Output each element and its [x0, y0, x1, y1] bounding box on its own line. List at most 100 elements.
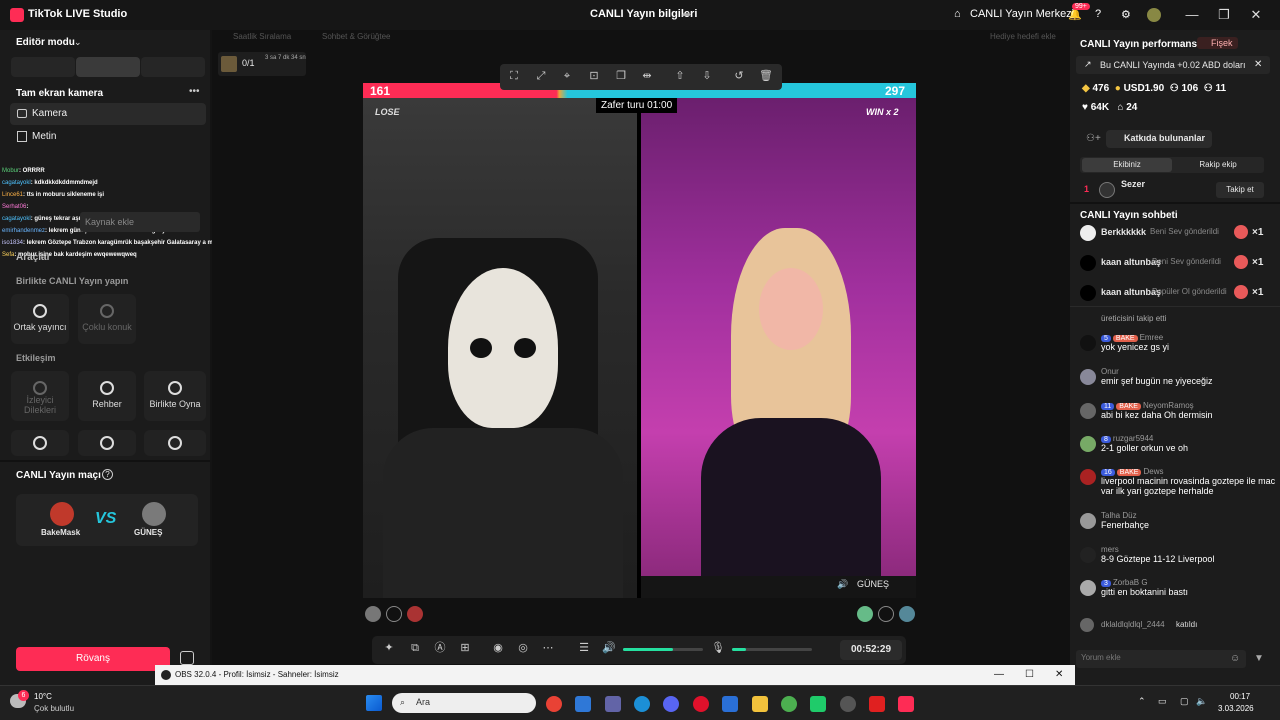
emoji-icon[interactable]: ☺ — [1230, 653, 1240, 664]
chat-message[interactable]: 8 ruzgar5944 2-1 goller orkun ve oh — [1080, 434, 1276, 453]
copy-icon[interactable]: ❐ — [614, 69, 628, 83]
user-plus-icon[interactable]: ⚇+ — [1086, 133, 1101, 144]
rotate-icon[interactable]: ↺ — [732, 69, 746, 83]
minimize-icon[interactable]: — — [1183, 6, 1201, 24]
layer-up-icon[interactable]: ⇧ — [673, 69, 687, 83]
tray-network-icon[interactable]: ▭ — [1158, 696, 1167, 707]
chat-message[interactable]: 5 BAKE Emree yok yenicez gs yi — [1080, 333, 1276, 352]
follow-button[interactable]: Takip et — [1216, 182, 1264, 198]
fullscreen-icon[interactable]: ⛶ — [507, 69, 521, 83]
play-together-tile[interactable]: Birlikte Oyna — [144, 371, 206, 421]
speaker-icon[interactable]: 🔊 — [837, 579, 848, 590]
obs-restore-icon[interactable]: ☐ — [1025, 665, 1034, 685]
store-icon[interactable] — [575, 696, 591, 712]
info-icon[interactable]: ? — [102, 469, 113, 480]
filter-icon[interactable]: ▼ — [1254, 653, 1264, 664]
start-icon[interactable] — [366, 695, 382, 711]
landscape-mode-button[interactable] — [76, 57, 140, 77]
right-gifter-avatar-3[interactable] — [899, 606, 915, 622]
contributors-button[interactable]: Katkıda bulunanlar — [1106, 130, 1212, 148]
left-gifter-avatar-1[interactable] — [365, 606, 381, 622]
more-options-icon[interactable]: ⋯ — [541, 641, 555, 655]
tile-row-3c[interactable] — [144, 430, 206, 456]
portrait-mode-button[interactable] — [11, 57, 75, 77]
exit-icon[interactable] — [180, 651, 194, 665]
effects-icon[interactable]: ⧉ — [408, 641, 422, 655]
multi-mode-button[interactable] — [141, 57, 205, 77]
viewer-wishes-tile[interactable]: İzleyici Dilekleri — [11, 371, 69, 421]
comment-input[interactable]: Yorum ekle — [1076, 650, 1246, 668]
discord-icon[interactable] — [663, 696, 679, 712]
restore-icon[interactable]: ❐ — [1215, 6, 1233, 24]
tiktok-taskbar-icon[interactable] — [898, 696, 914, 712]
co-host-tile[interactable]: Ortak yayıncı — [11, 294, 69, 344]
teams-icon[interactable] — [605, 696, 621, 712]
record-icon[interactable]: ◉ — [491, 641, 505, 655]
delete-icon[interactable]: 🗑 — [759, 69, 773, 83]
obs-taskbar-icon[interactable] — [840, 696, 856, 712]
target-icon[interactable]: ◎ — [516, 641, 530, 655]
opera-icon[interactable] — [693, 696, 709, 712]
close-icon[interactable]: ✕ — [1247, 6, 1265, 24]
multi-guest-tile[interactable]: Çoklu konuk — [78, 294, 136, 344]
mic-icon[interactable]: 🎙 — [711, 641, 725, 655]
right-gifter-avatar-1[interactable] — [857, 606, 873, 622]
source-text[interactable]: Metin — [10, 126, 206, 148]
tile-row-3a[interactable] — [11, 430, 69, 456]
mic-slider[interactable] — [732, 648, 812, 651]
tab-our-team[interactable]: Ekibiniz — [1082, 158, 1172, 172]
fisek-badge[interactable]: Fişek — [1197, 37, 1238, 49]
left-gifter-avatar-2[interactable] — [386, 606, 402, 622]
screen-icon[interactable]: ⊞ — [458, 641, 472, 655]
wifi-icon[interactable]: ▢ — [1180, 696, 1189, 707]
chat-message[interactable]: 11 BAKE NeyomRamoş abi bi kez daha Oh dermi… — [1080, 401, 1276, 420]
chat-message[interactable]: Onur emir şef bugün ne yiyeceğiz — [1080, 367, 1276, 386]
left-gifter-avatar-3[interactable] — [407, 606, 423, 622]
add-source-button[interactable]: Kaynak ekle — [80, 212, 200, 232]
crop-icon[interactable]: ⊡ — [587, 69, 601, 83]
tray-chevron-icon[interactable]: ⌃ — [1138, 696, 1146, 707]
folder-icon[interactable] — [752, 696, 768, 712]
rematch-button[interactable]: Rövanş — [16, 647, 170, 671]
mail-icon[interactable] — [722, 696, 738, 712]
editor-mode-dropdown[interactable]: Editör modu — [16, 37, 75, 48]
chrome-icon[interactable] — [546, 696, 562, 712]
search-box[interactable]: Ara — [392, 693, 536, 713]
gift-goal-button[interactable]: Hediye hedefi ekle — [978, 32, 1068, 46]
camera-mode-dropdown[interactable]: Tam ekran kamera — [16, 88, 103, 99]
layer-down-icon[interactable]: ⇩ — [700, 69, 714, 83]
tile-row-3b[interactable] — [78, 430, 136, 456]
help-icon[interactable]: ? — [1095, 8, 1101, 20]
chat-message[interactable]: 3 ZorbaB Ggitti en boktanini bastı — [1080, 578, 1276, 597]
ai-icon[interactable]: Ⓐ — [433, 641, 447, 655]
settings-sliders-icon[interactable]: ☰ — [577, 641, 591, 655]
chat-message[interactable]: 16 BAKE Dews liverpool macinin rovasinda go… — [1080, 467, 1276, 496]
live-center-link[interactable]: CANLI Yayın Merkezi — [970, 8, 1074, 20]
source-camera[interactable]: Kamera — [10, 103, 206, 125]
obs-minimize-icon[interactable]: — — [994, 665, 1004, 685]
close-banner-icon[interactable]: ✕ — [1254, 59, 1262, 70]
center-icon[interactable]: ⌖ — [560, 69, 574, 83]
right-gifter-avatar-2[interactable] — [878, 606, 894, 622]
app-green-icon[interactable] — [810, 696, 826, 712]
chat-message[interactable]: mers 8-9 Göztepe 11-12 Liverpool — [1080, 545, 1276, 564]
fit-icon[interactable]: ⤢ — [534, 69, 548, 83]
tab-rival-team[interactable]: Rakip ekip — [1174, 158, 1262, 172]
flip-icon[interactable]: ⇹ — [640, 69, 654, 83]
volume-slider[interactable] — [623, 648, 703, 651]
volume-icon[interactable]: 🔊 — [602, 641, 616, 655]
hourly-ranking-tab[interactable]: Saatlik Sıralama — [218, 32, 318, 46]
chat-message[interactable]: Talha Düz Fenerbahçe — [1080, 511, 1276, 530]
guide-tile[interactable]: Rehber — [78, 371, 136, 421]
avatar[interactable] — [1147, 8, 1161, 22]
sound-icon[interactable]: 🔈 — [1196, 696, 1207, 707]
gear-icon[interactable]: ⚙ — [1121, 8, 1131, 21]
more-icon[interactable]: ••• — [189, 86, 200, 97]
edge-icon[interactable] — [634, 696, 650, 712]
obs-window-bar[interactable]: OBS 32.0.4 - Profil: İsimsiz - Sahneler:… — [155, 665, 1075, 685]
share-icon[interactable]: ➦ — [682, 8, 691, 21]
obs-close-icon[interactable]: ✕ — [1055, 665, 1063, 685]
youtube-icon[interactable] — [869, 696, 885, 712]
home-icon[interactable]: ⌂ — [954, 8, 961, 20]
chat-tab[interactable]: Sohbet & Görüğtee — [310, 32, 420, 46]
